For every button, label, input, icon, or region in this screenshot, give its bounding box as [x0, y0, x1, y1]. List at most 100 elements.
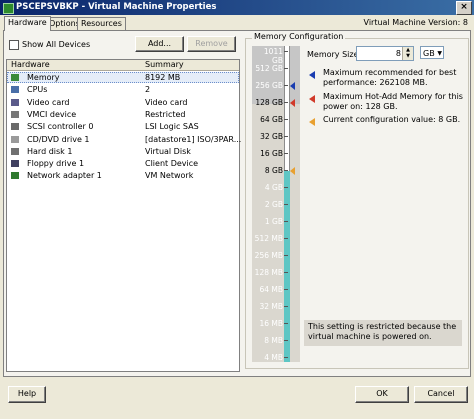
scale-label: 512 GB: [255, 64, 283, 73]
hardware-list[interactable]: Hardware Summary Memory 8192 MB CPUs 2 Video…: [6, 59, 242, 372]
scale-tick: [284, 255, 288, 256]
hardware-name: Video card: [27, 97, 70, 107]
hardware-row[interactable]: CD/DVD drive 1 [datastore1] ISO/3PAR...: [7, 134, 242, 145]
memory-scale: 1011 GB 512 GB 256 GB 128 GB 64 GB 32 GB 16 GB…: [252, 46, 300, 362]
hardware-row[interactable]: CPUs 2: [7, 84, 239, 95]
remove-button[interactable]: Remove: [187, 36, 236, 52]
memory-size-label: Memory Size:: [307, 50, 362, 59]
scale-tick: [284, 68, 288, 69]
scale-label: 4 GB: [264, 183, 283, 192]
scale-tick: [284, 306, 288, 307]
scale-marker-icon: [290, 82, 295, 90]
hardware-row[interactable]: VMCI device Restricted: [7, 109, 239, 120]
hard-disk-icon: [11, 147, 19, 155]
hardware-summary: 8192 MB: [145, 73, 181, 82]
list-header: Hardware Summary: [7, 60, 239, 71]
title-bar: PSCEPSVBKP - Virtual Machine Properties …: [0, 0, 474, 15]
hardware-name: Memory: [27, 73, 60, 82]
scsi-icon: [11, 123, 19, 131]
vmci-icon: [11, 110, 19, 118]
checkbox-box[interactable]: [9, 39, 19, 50]
hardware-row[interactable]: Floppy drive 1 Client Device: [7, 158, 239, 169]
floppy-icon: [11, 160, 19, 168]
memory-info-text: Current configuration value: 8 GB.: [323, 115, 461, 124]
hardware-summary: VM Network: [145, 171, 194, 181]
scale-label: 8 MB: [264, 336, 283, 345]
scale-label: 16 MB: [259, 319, 283, 328]
hardware-row[interactable]: Video card Video card: [7, 97, 239, 108]
scale-label: 1 GB: [264, 217, 283, 226]
cpu-icon: [11, 86, 19, 94]
column-header-summary[interactable]: Summary: [145, 60, 184, 70]
chevron-down-icon[interactable]: ▼: [437, 47, 442, 60]
hardware-name: Floppy drive 1: [27, 159, 85, 169]
scale-tick: [284, 323, 288, 324]
scale-tick: [284, 153, 288, 154]
hardware-summary: Virtual Disk: [145, 146, 191, 156]
hardware-name: CPUs: [27, 85, 48, 95]
spinner-arrows-icon[interactable]: ▲ ▼: [402, 47, 413, 60]
hardware-row[interactable]: Network adapter 1 VM Network: [7, 170, 239, 181]
scale-tick: [284, 170, 288, 171]
memory-unit-value: GB: [423, 49, 435, 58]
cd-dvd-icon: [11, 135, 19, 143]
cancel-button[interactable]: Cancel: [414, 386, 468, 403]
scale-label: 256 MB: [254, 251, 283, 260]
hardware-summary: Restricted: [145, 109, 186, 119]
memory-info-text: Maximum Hot-Add Memory for this power on…: [323, 92, 463, 111]
scale-label: 2 GB: [264, 200, 283, 209]
scale-label: 4 MB: [264, 353, 283, 362]
add-button[interactable]: Add...: [135, 36, 184, 52]
scale-tick: [284, 272, 288, 273]
hardware-row[interactable]: Hard disk 1 Virtual Disk: [7, 146, 239, 157]
scale-label: 32 MB: [259, 302, 283, 311]
video-card-icon: [11, 98, 19, 106]
scale-tick: [284, 340, 288, 341]
hardware-name: Hard disk 1: [27, 146, 73, 156]
hardware-summary: Client Device: [145, 159, 199, 169]
scale-label: 8 GB: [264, 166, 283, 175]
legend-marker-icon: [309, 71, 315, 79]
memory-unit-select[interactable]: GB ▼: [420, 46, 444, 59]
tab-hardware[interactable]: Hardware: [4, 16, 51, 31]
scale-label: 32 GB: [260, 132, 283, 141]
help-button[interactable]: Help: [8, 386, 46, 403]
scale-label: 128 GB: [255, 98, 283, 107]
memory-size-spinner[interactable]: 8 ▲ ▼: [356, 46, 414, 61]
scale-label: 128 MB: [254, 268, 283, 277]
network-icon: [11, 172, 19, 180]
memory-info-text: Maximum recommended for best performance…: [323, 68, 457, 87]
hardware-row[interactable]: SCSI controller 0 LSI Logic SAS: [7, 121, 239, 132]
scale-label: 16 GB: [260, 149, 283, 158]
memory-slider-fill: [284, 171, 290, 362]
scale-label: 64 MB: [259, 285, 283, 294]
scale-label: 512 MB: [254, 234, 283, 243]
ok-button[interactable]: OK: [355, 386, 409, 403]
legend-marker-icon: [309, 95, 315, 103]
scale-tick: [284, 85, 288, 86]
show-all-devices-label: Show All Devices: [22, 40, 91, 49]
vm-app-icon: [3, 3, 14, 14]
hardware-name: CD/DVD drive 1: [27, 134, 90, 144]
scale-marker-icon: [290, 99, 295, 107]
hardware-name: VMCI device: [27, 109, 77, 119]
legend-marker-icon: [309, 118, 315, 126]
hardware-summary: [datastore1] ISO/3PAR...: [145, 134, 242, 144]
column-header-hardware[interactable]: Hardware: [11, 60, 50, 70]
scale-tick: [284, 136, 288, 137]
memory-icon: [11, 74, 19, 81]
show-all-devices-checkbox[interactable]: Show All Devices: [9, 39, 90, 51]
hardware-summary: Video card: [145, 97, 188, 107]
vm-properties-window: PSCEPSVBKP - Virtual Machine Properties …: [0, 0, 474, 419]
memory-size-value[interactable]: 8: [396, 47, 401, 60]
hardware-name: SCSI controller 0: [27, 122, 94, 132]
close-button[interactable]: ×: [456, 1, 472, 15]
scale-tick: [284, 119, 288, 120]
scale-tick: [284, 102, 288, 103]
scale-tick: [284, 238, 288, 239]
hardware-name: Network adapter 1: [27, 171, 102, 181]
scale-tick: [284, 221, 288, 222]
tab-resources[interactable]: Resources: [77, 17, 126, 30]
hardware-row[interactable]: Memory 8192 MB: [7, 72, 239, 83]
scale-label: 1011 GB: [263, 47, 283, 65]
